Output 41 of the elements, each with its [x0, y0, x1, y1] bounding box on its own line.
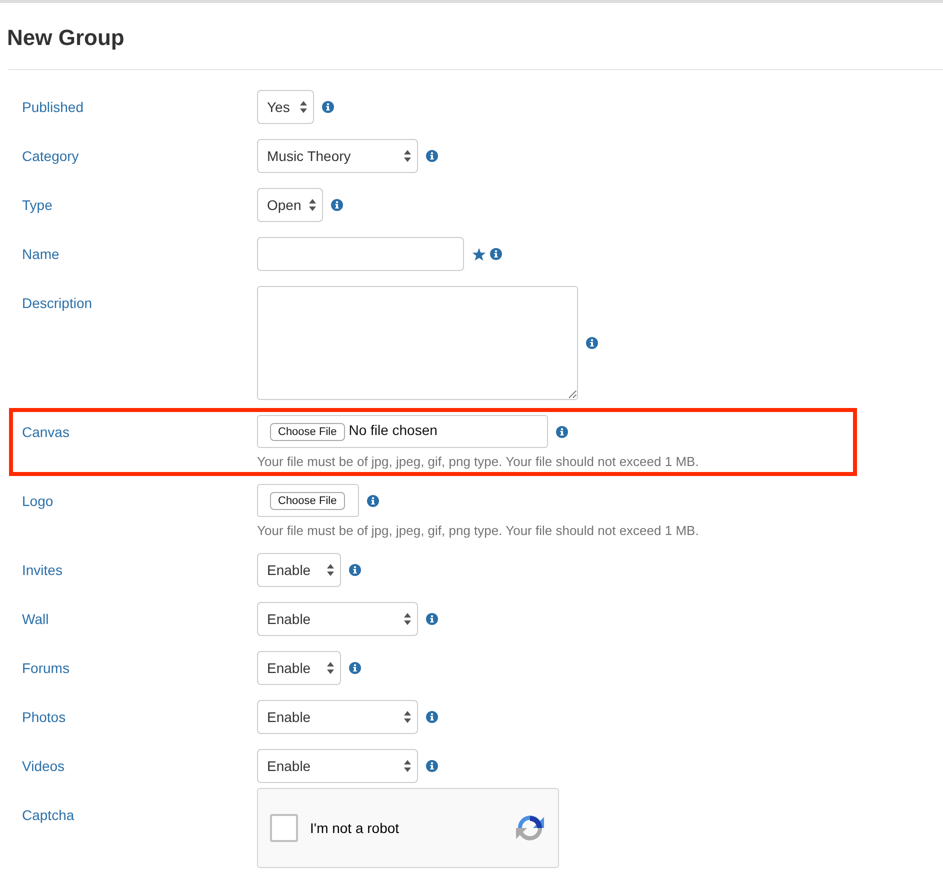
field-label: Name — [22, 245, 60, 264]
field-label: Invites — [22, 561, 64, 580]
dropdown[interactable]: Yes — [257, 90, 314, 124]
dropdown[interactable]: Enable — [257, 700, 418, 734]
up-down-caret-icon — [309, 199, 316, 211]
up-down-caret-icon — [404, 711, 411, 723]
page-title: New Group — [6, 24, 126, 52]
dropdown[interactable]: Enable — [257, 553, 341, 587]
field-label: Videos — [22, 757, 66, 776]
dropdown[interactable]: Enable — [257, 651, 341, 685]
name-input[interactable] — [257, 237, 464, 271]
file-hint: Your file must be of jpg, jpeg, gif, png type. Your file should not exceed 1 MB. — [257, 523, 700, 538]
up-down-caret-icon — [327, 564, 334, 576]
choose-file-button[interactable]: Choose File — [270, 492, 345, 510]
up-down-caret-icon — [404, 613, 411, 625]
file-input[interactable]: Choose File — [257, 484, 359, 517]
up-down-caret-icon — [327, 662, 334, 674]
file-status: No file chosen — [348, 422, 438, 438]
up-down-caret-icon — [404, 760, 411, 772]
field-label: Published — [22, 98, 84, 117]
choose-file-button[interactable]: Choose File — [270, 422, 345, 440]
file-hint: Your file must be of jpg, jpeg, gif, png type. Your file should not exceed 1 MB. — [257, 454, 700, 469]
field-label: Forums — [22, 659, 70, 678]
field-label: Canvas — [22, 423, 70, 442]
file-input[interactable]: Choose File No file chosen — [257, 415, 548, 448]
field-label: Photos — [22, 708, 67, 727]
description-textarea[interactable] — [257, 286, 578, 400]
field-label: Logo — [22, 492, 54, 511]
dropdown[interactable]: Music Theory — [257, 139, 418, 173]
dropdown[interactable]: Open — [257, 188, 323, 222]
up-down-caret-icon — [300, 101, 307, 113]
dropdown[interactable]: Enable — [257, 602, 418, 636]
field-label: Wall — [22, 610, 50, 629]
captcha-checkbox[interactable] — [270, 814, 298, 842]
field-label: Type — [22, 196, 54, 215]
up-down-caret-icon — [404, 150, 411, 162]
field-label: Captcha — [22, 806, 76, 825]
dropdown[interactable]: Enable — [257, 749, 418, 783]
field-label: Description — [22, 294, 94, 313]
captcha-label: I'm not a robot — [310, 820, 400, 836]
field-label: Category — [22, 147, 80, 166]
